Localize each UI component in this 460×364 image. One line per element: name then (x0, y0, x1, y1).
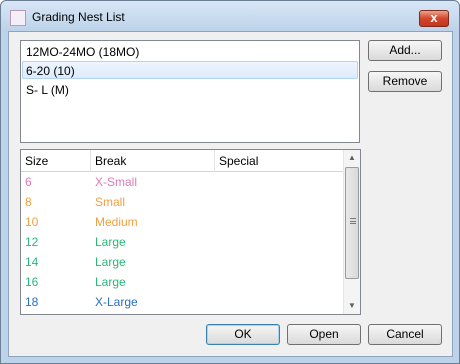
table-row[interactable]: 8 Small (21, 192, 344, 212)
special-cell[interactable] (215, 212, 344, 232)
close-button[interactable]: x (419, 10, 449, 27)
open-button[interactable]: Open (287, 324, 361, 345)
size-cell[interactable]: 14 (21, 252, 91, 272)
ok-button[interactable]: OK (206, 324, 280, 345)
special-cell[interactable] (215, 292, 344, 312)
app-icon (10, 10, 26, 26)
window-title: Grading Nest List (32, 10, 125, 24)
size-cell[interactable]: 6 (21, 172, 91, 192)
column-header-size[interactable]: Size (21, 150, 91, 172)
nest-list-item[interactable]: 12MO-24MO (18MO) (22, 42, 358, 60)
table-row[interactable]: 6 X-Small (21, 172, 344, 192)
break-cell[interactable]: Large (91, 252, 215, 272)
size-grid: Size Break Special 6 X-Small 8 Small 10 Mediu… (20, 149, 361, 315)
size-cell[interactable]: 12 (21, 232, 91, 252)
nest-list-item[interactable]: 6-20 (10) (22, 61, 358, 79)
nest-list-item[interactable]: S- L (M) (22, 80, 358, 98)
close-icon: x (430, 10, 438, 25)
title-bar[interactable]: Grading Nest List x (1, 1, 459, 31)
special-cell[interactable] (215, 232, 344, 252)
table-row[interactable]: 18 X-Large (21, 292, 344, 312)
break-cell[interactable]: X-Large (91, 292, 215, 312)
size-cell[interactable]: 18 (21, 292, 91, 312)
grip-icon (350, 218, 356, 224)
column-header-break[interactable]: Break (91, 150, 215, 172)
table-row[interactable]: 12 Large (21, 232, 344, 252)
table-row[interactable]: 16 Large (21, 272, 344, 292)
remove-button[interactable]: Remove (368, 71, 442, 92)
table-row[interactable]: 10 Medium (21, 212, 344, 232)
nest-listbox[interactable]: 12MO-24MO (18MO) 6-20 (10) S- L (M) (20, 40, 360, 143)
special-cell[interactable] (215, 272, 344, 292)
size-cell[interactable]: 8 (21, 192, 91, 212)
break-cell[interactable]: Medium (91, 212, 215, 232)
grading-nest-list-dialog: Grading Nest List x 12MO-24MO (18MO) 6-20… (0, 0, 460, 364)
break-cell[interactable]: Large (91, 272, 215, 292)
grid-header: Size Break Special (21, 150, 344, 172)
grid-body: 6 X-Small 8 Small 10 Medium 12 Large 14 Large 16 La… (21, 172, 344, 312)
break-cell[interactable]: Large (91, 232, 215, 252)
column-header-special[interactable]: Special (215, 150, 344, 172)
special-cell[interactable] (215, 172, 344, 192)
dialog-body: 12MO-24MO (18MO) 6-20 (10) S- L (M) Add...… (8, 31, 453, 357)
scroll-up-icon[interactable]: ▲ (344, 150, 360, 166)
table-row[interactable]: 14 Large (21, 252, 344, 272)
add-button[interactable]: Add... (368, 40, 442, 61)
vertical-scrollbar[interactable]: ▲ ▼ (343, 150, 360, 314)
break-cell[interactable]: Small (91, 192, 215, 212)
scroll-thumb[interactable] (345, 167, 359, 279)
scroll-down-icon[interactable]: ▼ (344, 298, 360, 314)
break-cell[interactable]: X-Small (91, 172, 215, 192)
cancel-button[interactable]: Cancel (368, 324, 442, 345)
size-cell[interactable]: 16 (21, 272, 91, 292)
special-cell[interactable] (215, 192, 344, 212)
special-cell[interactable] (215, 252, 344, 272)
size-cell[interactable]: 10 (21, 212, 91, 232)
